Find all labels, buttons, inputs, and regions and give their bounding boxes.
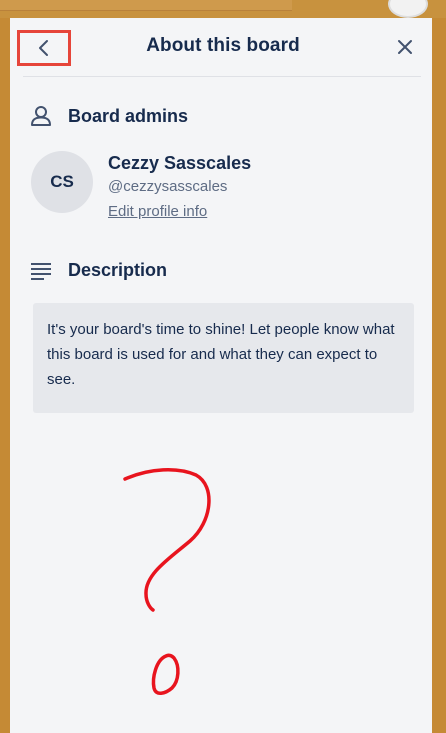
board-header-edge <box>0 0 292 11</box>
member-avatar-edge[interactable] <box>388 0 428 18</box>
board-top-strip <box>0 0 446 18</box>
admin-name: Cezzy Sasscales <box>108 153 252 173</box>
text-lines-icon <box>31 262 51 280</box>
header-divider <box>23 76 421 77</box>
description-label: Description <box>68 260 168 280</box>
description-editor[interactable]: It's your board's time to shine! Let peo… <box>33 303 414 413</box>
admin-username: @cezzysasscales <box>108 178 228 195</box>
avatar[interactable]: CS <box>31 151 93 213</box>
about-board-panel: About this board Board admins CS Cezzy S… <box>10 18 432 733</box>
description-heading: Description <box>30 260 167 281</box>
close-icon <box>398 40 412 54</box>
app-window: About this board Board admins CS Cezzy S… <box>0 0 446 733</box>
admin-card: CS Cezzy Sasscales @cezzysasscales Edit … <box>31 151 411 231</box>
edit-profile-link[interactable]: Edit profile info <box>108 203 207 220</box>
panel-header: About this board <box>10 18 432 76</box>
close-button[interactable] <box>394 36 416 58</box>
person-icon <box>31 106 51 126</box>
panel-title: About this board <box>146 35 300 56</box>
board-admins-label: Board admins <box>68 105 189 126</box>
board-admins-heading: Board admins <box>30 105 188 127</box>
